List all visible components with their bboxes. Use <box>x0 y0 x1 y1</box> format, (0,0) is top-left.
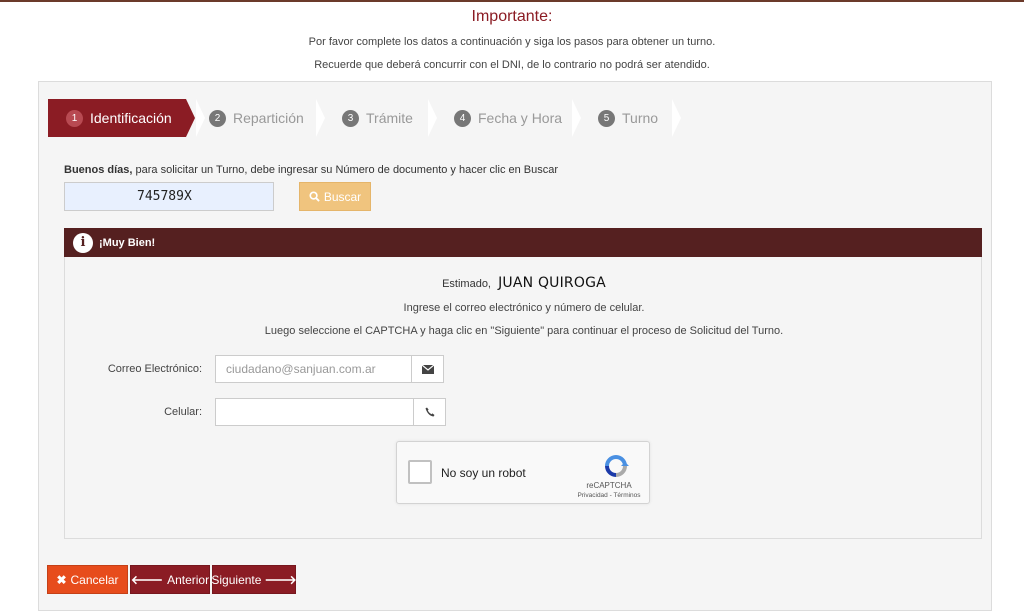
step-arrow-separator <box>672 99 681 137</box>
estimado-line: Estimado, JUAN QUIROGA <box>65 275 983 291</box>
close-icon: ✖ <box>56 572 67 587</box>
step-reparticion[interactable]: 2 Repartición <box>209 99 304 137</box>
previous-button[interactable]: 🡐 Anterior <box>130 565 210 594</box>
alert-title: ¡Muy Bien! <box>99 236 156 249</box>
step-number: 2 <box>209 109 226 127</box>
previous-label: Anterior <box>167 572 210 587</box>
top-border <box>0 0 1024 2</box>
phone-field[interactable] <box>215 398 414 426</box>
step-tramite[interactable]: 3 Trámite <box>342 99 413 137</box>
step-label: Repartición <box>233 110 304 126</box>
step-number: 5 <box>598 109 615 127</box>
instruction-2: Luego seleccione el CAPTCHA y haga clic … <box>264 325 784 337</box>
email-label: Correo Electrónico: <box>107 363 202 375</box>
recaptcha-brand: reCAPTCHA <box>586 481 632 490</box>
search-icon <box>309 191 320 202</box>
step-label: Turno <box>622 110 659 126</box>
cancel-label: Cancelar <box>70 572 119 587</box>
step-identificacion[interactable]: 1 Identificación <box>48 99 186 137</box>
step-number: 4 <box>454 109 471 127</box>
recaptcha-links[interactable]: Privacidad - Términos <box>569 492 649 499</box>
alert-header: i ¡Muy Bien! <box>64 228 982 257</box>
envelope-icon <box>421 364 434 374</box>
recaptcha-checkbox[interactable] <box>408 460 432 484</box>
greeting-instructions: para solicitar un Turno, debe ingresar s… <box>132 164 559 176</box>
step-arrow-separator <box>428 99 437 137</box>
dni-input[interactable]: 745789X <box>64 182 274 211</box>
recaptcha-label: No soy un robot <box>441 466 526 480</box>
step-number: 3 <box>342 109 359 127</box>
instruction-1: Ingrese el correo electrónico y número d… <box>403 302 645 314</box>
greeting-bold: Buenos días, <box>64 164 133 176</box>
next-button[interactable]: Siguiente 🡒 <box>211 565 297 594</box>
email-field[interactable]: ciudadano@sanjuan.com.ar <box>215 355 412 383</box>
wizard-steps: 1 Identificación 2 Repartición 3 Trámite… <box>48 99 748 137</box>
step-fecha-hora[interactable]: 4 Fecha y Hora <box>454 99 562 137</box>
notice-title: Importante: <box>471 8 553 25</box>
search-button-label: Buscar <box>323 189 362 204</box>
wizard-panel: 1 Identificación 2 Repartición 3 Trámite… <box>38 81 992 611</box>
step-arrow-separator <box>316 99 325 137</box>
phone-label: Celular: <box>164 406 202 418</box>
step-arrow-separator <box>196 99 205 137</box>
phone-icon <box>425 407 434 417</box>
step-arrow-active <box>186 99 195 137</box>
step-label: Identificación <box>90 110 172 126</box>
notice-line-2: Recuerde que deberá concurrir con el DNI… <box>314 59 710 71</box>
arrow-left-icon: 🡐 <box>130 573 164 587</box>
email-addon <box>411 355 444 383</box>
arrow-right-icon: 🡒 <box>264 573 297 587</box>
citizen-name: JUAN QUIROGA <box>498 275 606 291</box>
step-arrow-separator <box>572 99 581 137</box>
notice-line-1: Por favor complete los datos a continuac… <box>308 36 716 48</box>
alert-body: Estimado, JUAN QUIROGA Ingrese el correo… <box>64 257 982 539</box>
greeting-text: Buenos días, para solicitar un Turno, de… <box>64 164 558 176</box>
step-number: 1 <box>66 109 83 127</box>
phone-addon <box>413 398 446 426</box>
estimado-label: Estimado, <box>442 278 491 290</box>
cancel-button[interactable]: ✖ Cancelar <box>47 565 128 594</box>
step-turno[interactable]: 5 Turno <box>598 99 658 137</box>
info-icon: i <box>73 232 93 253</box>
recaptcha-logo-icon <box>605 455 629 477</box>
search-button[interactable]: Buscar <box>299 182 371 211</box>
recaptcha-widget: No soy un robot reCAPTCHA Privacidad - T… <box>396 441 650 504</box>
next-label: Siguiente <box>211 572 262 587</box>
step-label: Trámite <box>366 110 413 126</box>
step-label: Fecha y Hora <box>478 110 563 126</box>
